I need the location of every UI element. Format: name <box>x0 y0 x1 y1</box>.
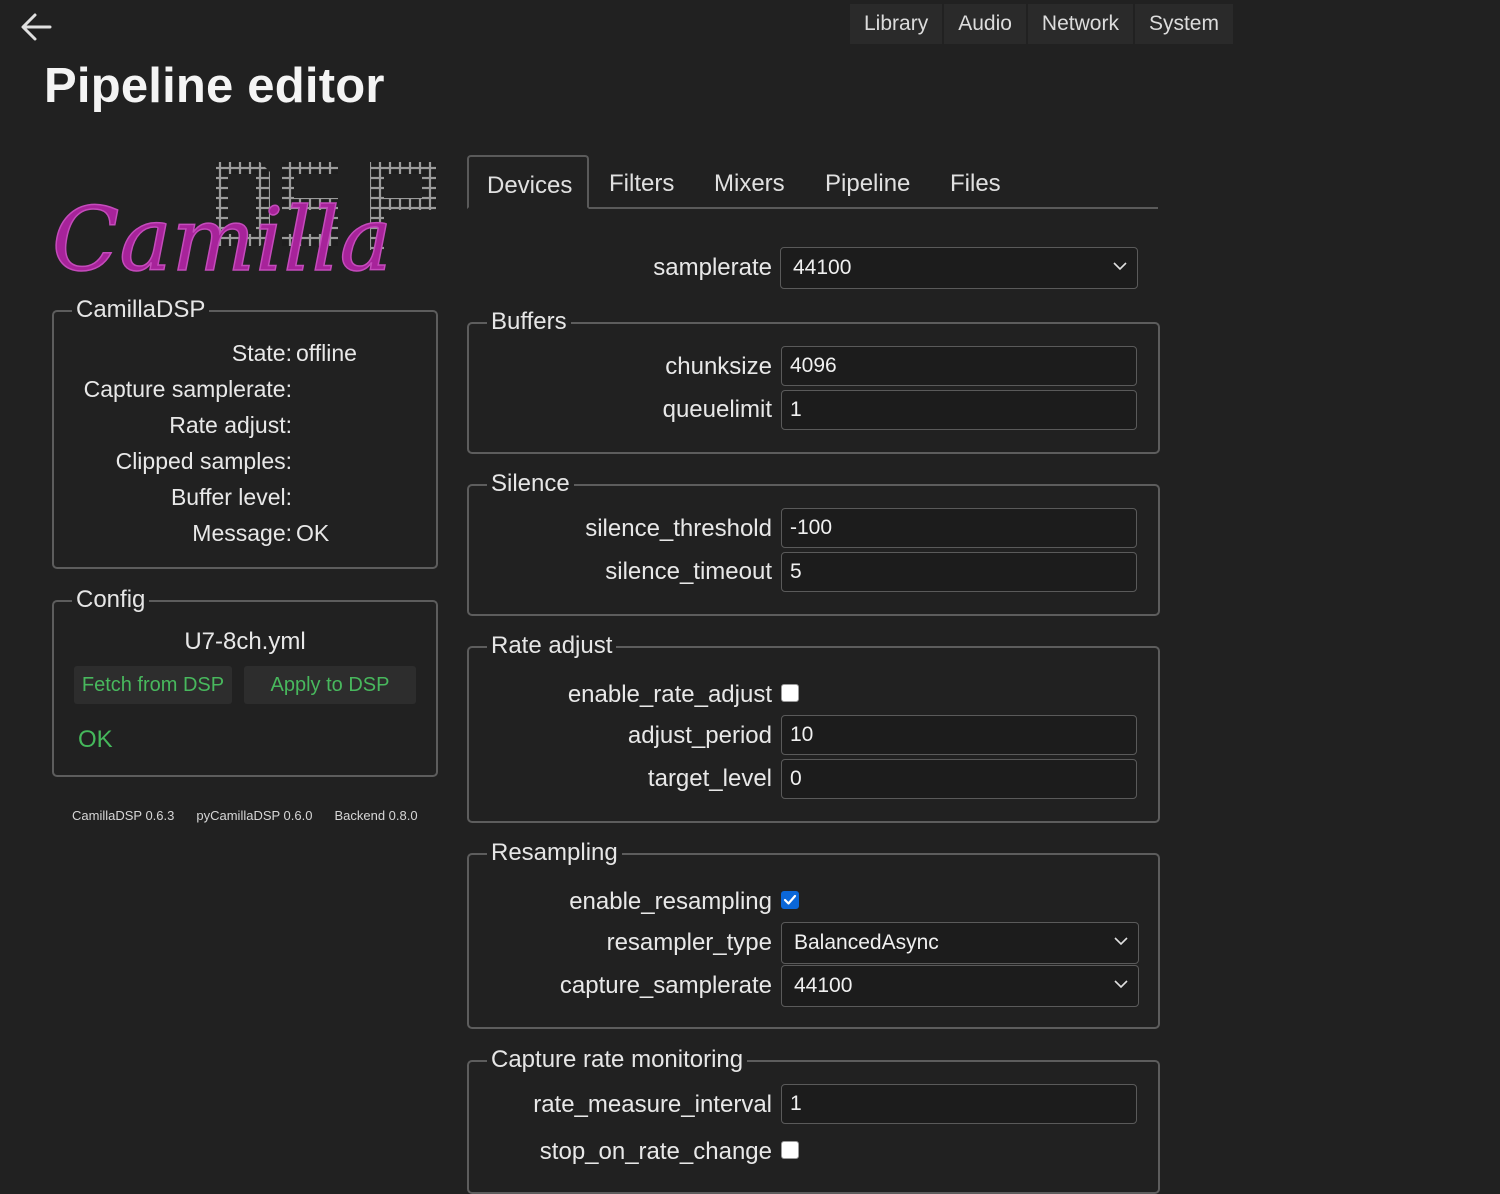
capture-samplerate-value: 44100 <box>794 974 853 997</box>
tab-devices[interactable]: Devices <box>467 155 589 209</box>
enable-resampling-label: enable_resampling <box>569 888 772 915</box>
enable-rate-adjust-label: enable_rate_adjust <box>567 681 772 708</box>
status-label: Clipped samples: <box>115 448 292 474</box>
nav-library[interactable]: Library <box>850 4 943 44</box>
top-nav: Library Audio Network System <box>850 4 1235 44</box>
chevron-down-icon <box>1113 262 1127 271</box>
capture-rate-monitoring-section: Capture rate monitoring <box>467 1046 1160 1194</box>
back-button[interactable] <box>18 10 54 44</box>
rate-adjust-legend: Rate adjust <box>487 632 617 660</box>
queuelimit-input[interactable] <box>781 390 1137 430</box>
config-status: OK <box>78 726 113 753</box>
capture-samplerate-label: capture_samplerate <box>559 972 772 999</box>
samplerate-select[interactable]: 44100 <box>780 247 1138 289</box>
nav-network[interactable]: Network <box>1027 4 1133 44</box>
status-row-state: State: offline <box>54 338 357 368</box>
status-label: Rate adjust: <box>169 412 292 438</box>
status-label: Message: <box>192 520 292 546</box>
buffers-legend: Buffers <box>487 308 571 336</box>
tab-pipeline[interactable]: Pipeline <box>807 155 928 207</box>
svg-text:Camilla: Camilla <box>52 188 392 282</box>
capture-rate-legend: Capture rate monitoring <box>487 1046 748 1074</box>
silence-threshold-input[interactable] <box>781 508 1137 548</box>
chevron-down-icon <box>1114 937 1128 946</box>
status-row-clipped-samples: Clipped samples: <box>54 446 292 476</box>
status-row-message: Message: OK <box>54 518 329 548</box>
page-title: Pipeline editor <box>44 59 385 113</box>
tab-filters[interactable]: Filters <box>591 155 692 207</box>
config-legend: Config <box>72 586 150 614</box>
nav-audio[interactable]: Audio <box>944 4 1026 44</box>
status-label: Capture samplerate: <box>83 376 292 402</box>
chevron-down-icon <box>1114 980 1128 989</box>
status-row-capture-samplerate: Capture samplerate: <box>54 374 292 404</box>
resampler-type-value: BalancedAsync <box>794 931 939 954</box>
config-filename: U7-8ch.yml <box>184 628 306 655</box>
status-legend: CamillaDSP <box>72 296 210 324</box>
enable-resampling-checkbox[interactable] <box>781 891 799 909</box>
tab-files[interactable]: Files <box>932 155 1019 207</box>
resampler-type-label: resampler_type <box>606 929 772 956</box>
version-backend: Backend 0.8.0 <box>334 808 418 823</box>
status-label: State: <box>231 340 292 366</box>
silence-legend: Silence <box>487 470 574 498</box>
rate-measure-interval-label: rate_measure_interval <box>533 1091 772 1118</box>
status-label: Buffer level: <box>170 484 292 510</box>
stop-on-rate-change-label: stop_on_rate_change <box>539 1138 772 1165</box>
tab-mixers[interactable]: Mixers <box>696 155 803 207</box>
silence-section: Silence <box>467 470 1160 616</box>
adjust-period-input[interactable] <box>781 715 1137 755</box>
apply-to-dsp-button[interactable]: Apply to DSP <box>244 666 416 704</box>
status-row-buffer-level: Buffer level: <box>54 482 292 512</box>
status-value: OK <box>296 520 330 546</box>
config-panel: Config U7-8ch.yml Fetch from DSP Apply t… <box>52 586 438 777</box>
resampling-legend: Resampling <box>487 839 622 867</box>
queuelimit-label: queuelimit <box>662 396 772 423</box>
status-row-rate-adjust: Rate adjust: <box>54 410 292 440</box>
target-level-input[interactable] <box>781 759 1137 799</box>
samplerate-label: samplerate <box>653 254 772 281</box>
fetch-from-dsp-button[interactable]: Fetch from DSP <box>74 666 232 704</box>
camilladsp-logo: Camilla <box>50 158 442 292</box>
version-info: CamillaDSP 0.6.3 pyCamillaDSP 0.6.0 Back… <box>72 808 418 823</box>
status-panel: CamillaDSP State: offline Capture sample… <box>52 296 438 569</box>
chunksize-label: chunksize <box>665 353 772 380</box>
adjust-period-label: adjust_period <box>627 722 772 749</box>
silence-timeout-label: silence_timeout <box>605 558 772 585</box>
resampler-type-select[interactable]: BalancedAsync <box>781 922 1139 964</box>
nav-system[interactable]: System <box>1134 4 1233 44</box>
stop-on-rate-change-checkbox[interactable] <box>781 1141 799 1159</box>
version-pycamilladsp: pyCamillaDSP 0.6.0 <box>196 808 313 823</box>
arrow-left-icon <box>21 13 52 41</box>
version-camilladsp: CamillaDSP 0.6.3 <box>72 808 175 823</box>
capture-samplerate-select[interactable]: 44100 <box>781 965 1139 1007</box>
editor-tabs: Devices Filters Mixers Pipeline Files <box>467 155 1158 209</box>
silence-threshold-label: silence_threshold <box>585 515 772 542</box>
silence-timeout-input[interactable] <box>781 552 1137 592</box>
enable-rate-adjust-checkbox[interactable] <box>781 684 799 702</box>
checkmark-icon <box>783 894 797 905</box>
buffers-section: Buffers <box>467 308 1160 454</box>
rate-measure-interval-input[interactable] <box>781 1084 1137 1124</box>
samplerate-value: 44100 <box>793 256 852 279</box>
logo-graphic: Camilla <box>51 162 436 292</box>
target-level-label: target_level <box>647 765 772 792</box>
chunksize-input[interactable] <box>781 346 1137 386</box>
status-value: offline <box>296 340 357 366</box>
